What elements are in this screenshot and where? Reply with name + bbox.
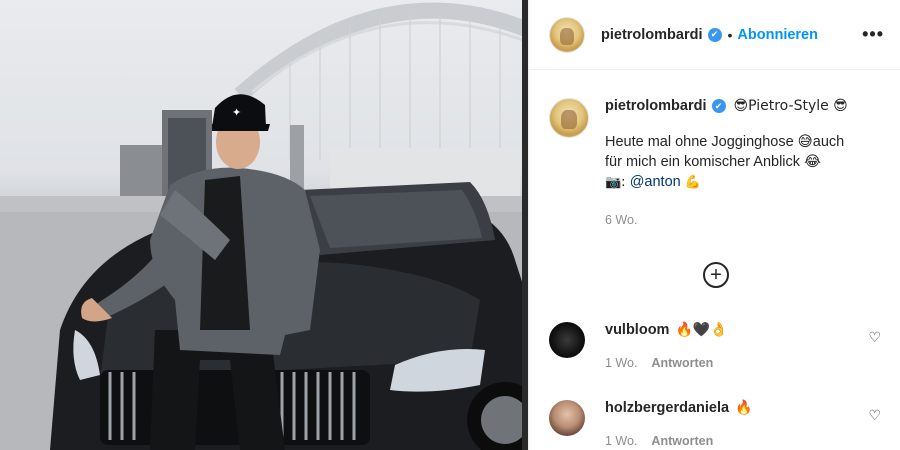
comment-meta: 1 Wo. Antworten [605,434,881,448]
comment-line: vulbloom 🔥🖤👌 [605,322,881,338]
comment-text: 🔥🖤👌 [675,322,728,338]
caption-line-3: 📷: @anton 💪 [605,172,865,193]
caption-header: pietrolombardi ✔ 😎Pietro-Style 😎 [605,98,865,114]
post-side-panel: pietrolombardi ✔ • Abonnieren ••• pietro… [528,0,900,450]
comment-line: holzbergerdaniela 🔥 [605,400,881,416]
photo-illustration: ✦ [0,2,528,450]
more-options-icon[interactable]: ••• [862,24,884,45]
post-age[interactable]: 6 Wo. [605,213,865,227]
svg-text:✦: ✦ [232,106,241,119]
add-comments-glyph: + [710,264,722,286]
comment-item: holzbergerdaniela 🔥 1 Wo. Antworten ♡ [549,400,881,448]
camera-emoji: 📷: [605,175,630,190]
comment-meta: 1 Wo. Antworten [605,356,881,370]
caption-text: Heute mal ohne Jogginghose 😅auch für mic… [605,132,865,193]
reply-button[interactable]: Antworten [651,356,713,370]
comment-text: 🔥 [735,400,753,416]
caption-author-username[interactable]: pietrolombardi [605,98,707,114]
heart-icon[interactable]: ♡ [868,408,881,424]
reply-button[interactable]: Antworten [651,434,713,448]
verified-badge-icon: ✔ [707,27,722,42]
caption-line-2: für mich ein komischer Anblick 😂 [605,154,821,170]
caption-body: pietrolombardi ✔ 😎Pietro-Style 😎 Heute m… [605,98,865,227]
caption-author-avatar[interactable] [549,98,589,138]
post-caption: pietrolombardi ✔ 😎Pietro-Style 😎 Heute m… [529,70,900,227]
add-comments-icon[interactable]: + [703,262,729,288]
comment-age[interactable]: 1 Wo. [605,434,637,448]
comment-age[interactable]: 1 Wo. [605,356,637,370]
flex-emoji: 💪 [680,175,702,190]
post-header: pietrolombardi ✔ • Abonnieren ••• [529,0,900,70]
post-photo[interactable]: ✦ [0,0,528,450]
header-separator: • [727,26,733,43]
comment-username[interactable]: vulbloom [605,322,669,338]
comment-body: vulbloom 🔥🖤👌 1 Wo. Antworten [605,322,881,370]
mention-link[interactable]: @anton [630,174,681,190]
comment-avatar[interactable] [549,322,585,358]
caption-line-1: Heute mal ohne Jogginghose 😅auch [605,134,845,150]
comment-avatar[interactable] [549,400,585,436]
follow-button[interactable]: Abonnieren [737,27,818,43]
author-avatar[interactable] [549,16,585,53]
author-username[interactable]: pietrolombardi [601,27,703,43]
heart-icon[interactable]: ♡ [868,330,881,346]
caption-verified-badge-icon: ✔ [711,99,726,113]
caption-title: 😎Pietro-Style 😎 [733,98,848,114]
comment-item: vulbloom 🔥🖤👌 1 Wo. Antworten ♡ [549,322,881,370]
comment-body: holzbergerdaniela 🔥 1 Wo. Antworten [605,400,881,448]
comment-username[interactable]: holzbergerdaniela [605,400,729,416]
